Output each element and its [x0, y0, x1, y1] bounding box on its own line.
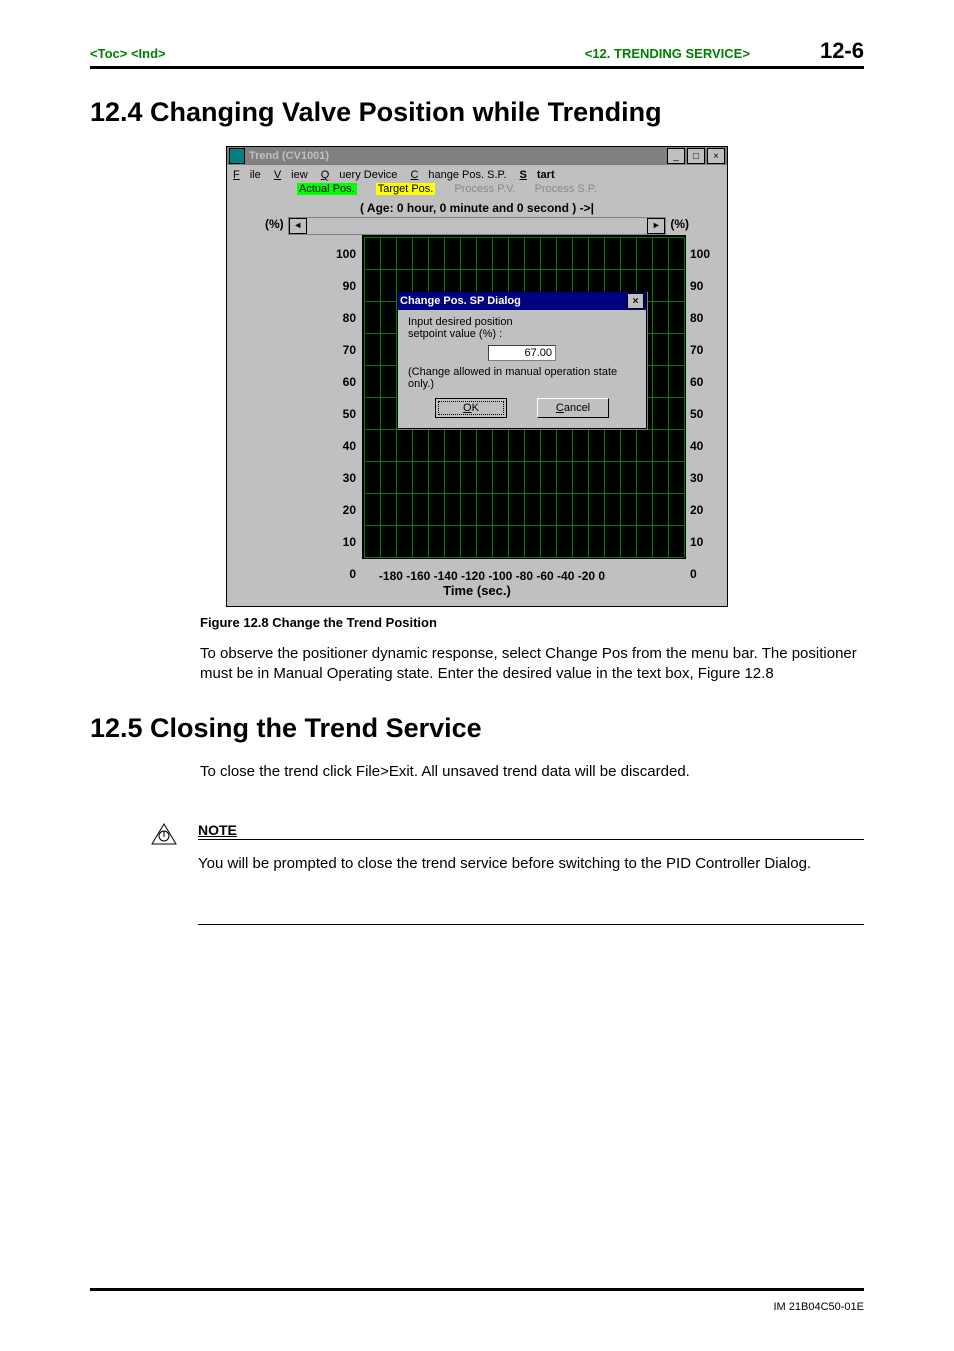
dialog-close-button[interactable]: × [627, 293, 644, 309]
note-body: You will be prompted to close the trend … [198, 854, 864, 874]
menu-file[interactable]: File [233, 169, 261, 181]
chapter-link[interactable]: <12. TRENDING SERVICE> [585, 46, 750, 61]
y-unit-right: (%) [670, 217, 689, 231]
note-label: NOTE [198, 822, 864, 840]
trend-chart: 1001009090808070706060505040403030202010… [312, 235, 642, 565]
y-tick-right: 20 [690, 503, 730, 517]
time-scrollbar[interactable]: ◄ ► [288, 217, 667, 235]
x-ticks: -180 -160 -140 -120 -100 -80 -60 -40 -20… [239, 565, 715, 583]
legend-actual: Actual Pos. [297, 183, 357, 195]
y-tick-right: 0 [690, 567, 730, 581]
maximize-button[interactable]: □ [687, 148, 705, 164]
note-icon [150, 822, 178, 846]
legend-target: Target Pos. [376, 183, 436, 195]
ok-button[interactable]: OK [435, 398, 507, 418]
menu-change[interactable]: Change Pos. S.P. [410, 169, 506, 181]
y-tick-left: 90 [316, 279, 356, 293]
dialog-title: Change Pos. SP Dialog [400, 295, 521, 307]
y-tick-left: 60 [316, 375, 356, 389]
scroll-left-icon[interactable]: ◄ [289, 218, 307, 234]
y-tick-right: 10 [690, 535, 730, 549]
y-tick-left: 70 [316, 343, 356, 357]
footer-divider [90, 1288, 864, 1291]
y-tick-left: 50 [316, 407, 356, 421]
heading-12-4: 12.4 Changing Valve Position while Trend… [90, 97, 864, 128]
cancel-button[interactable]: Cancel [537, 398, 609, 418]
menu-query[interactable]: Query Device [321, 169, 398, 181]
menu-start[interactable]: Start [520, 169, 555, 181]
dialog-prompt-1: Input desired position [408, 316, 636, 328]
legend-sp: Process S.P. [535, 183, 597, 195]
scroll-right-icon[interactable]: ► [647, 218, 665, 234]
paragraph-12-4: To observe the positioner dynamic respon… [200, 644, 864, 685]
legend-pv: Process P.V. [454, 183, 515, 195]
toc-link[interactable]: <Toc> [90, 46, 127, 61]
dialog-note: (Change allowed in manual operation stat… [408, 366, 636, 390]
y-tick-left: 100 [316, 247, 356, 261]
y-tick-left: 30 [316, 471, 356, 485]
y-tick-right: 30 [690, 471, 730, 485]
dialog-prompt-2: setpoint value (%) : [408, 328, 636, 340]
minimize-button[interactable]: _ [667, 148, 685, 164]
y-tick-right: 40 [690, 439, 730, 453]
y-tick-right: 70 [690, 343, 730, 357]
heading-12-5: 12.5 Closing the Trend Service [90, 713, 864, 744]
menu-view[interactable]: View [274, 169, 308, 181]
y-tick-left: 20 [316, 503, 356, 517]
change-pos-dialog: Change Pos. SP Dialog × Input desired po… [397, 291, 647, 429]
menu-bar: File View Query Device Change Pos. S.P. … [227, 165, 727, 183]
trend-title: Trend (CV1001) [249, 150, 665, 162]
trend-window: Trend (CV1001) _ □ × File View Query Dev… [226, 146, 728, 607]
note-divider [198, 924, 864, 925]
paragraph-12-5: To close the trend click File>Exit. All … [200, 762, 864, 782]
y-tick-left: 80 [316, 311, 356, 325]
y-tick-right: 100 [690, 247, 730, 261]
y-tick-left: 10 [316, 535, 356, 549]
y-tick-left: 40 [316, 439, 356, 453]
figure-12-8: Trend (CV1001) _ □ × File View Query Dev… [90, 146, 864, 607]
y-unit-left: (%) [265, 217, 284, 231]
y-tick-left: 0 [316, 567, 356, 581]
setpoint-input[interactable] [488, 345, 556, 361]
age-readout: ( Age: 0 hour, 0 minute and 0 second ) -… [227, 199, 727, 217]
x-label: Time (sec.) [239, 583, 715, 598]
y-tick-right: 60 [690, 375, 730, 389]
page-number: 12-6 [820, 38, 864, 64]
close-button[interactable]: × [707, 148, 725, 164]
y-tick-right: 50 [690, 407, 730, 421]
trend-titlebar: Trend (CV1001) _ □ × [227, 147, 727, 165]
y-tick-right: 90 [690, 279, 730, 293]
app-icon [229, 148, 245, 164]
figure-caption: Figure 12.8 Change the Trend Position [200, 615, 864, 630]
ind-link[interactable]: <Ind> [131, 46, 166, 61]
legend: Actual Pos. Target Pos. Process P.V. Pro… [227, 183, 727, 199]
page-header: <Toc> <Ind> <12. TRENDING SERVICE> 12-6 [90, 38, 864, 69]
y-tick-right: 80 [690, 311, 730, 325]
footer-text: IM 21B04C50-01E [774, 1301, 865, 1313]
